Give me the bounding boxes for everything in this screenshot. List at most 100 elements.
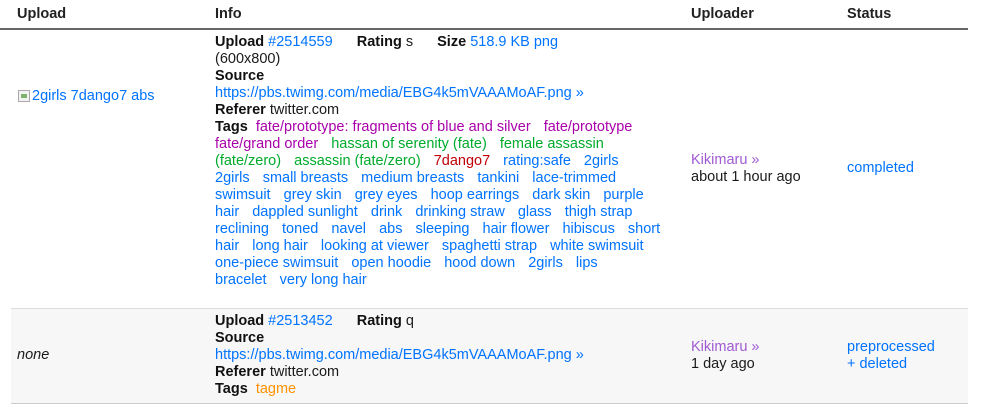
tag-link[interactable]: tagme (256, 381, 296, 397)
tag-link[interactable]: small breasts (263, 170, 348, 186)
tag-link[interactable]: sleeping (415, 221, 469, 237)
upload-label: Upload (215, 313, 265, 329)
tag-link[interactable]: spaghetti strap (442, 238, 537, 254)
tag-link[interactable]: one-piece swimsuit (215, 255, 338, 271)
column-header-info: Info (215, 6, 242, 22)
upload-info: Upload #2513452 Rating q Source https://… (215, 313, 665, 398)
tag-item: small breasts (263, 170, 348, 186)
tag-item: white swimsuit (550, 238, 643, 254)
tag-link[interactable]: fate/grand order (215, 136, 318, 152)
tag-item: abs (379, 221, 402, 237)
status-cell: completed (847, 160, 914, 177)
uploader-link[interactable]: Kikimaru » (691, 152, 760, 168)
uploader-link[interactable]: Kikimaru » (691, 339, 760, 355)
tag-item: spaghetti strap (442, 238, 537, 254)
upload-id-link[interactable]: #2514559 (268, 34, 333, 50)
tag-link[interactable]: looking at viewer (321, 238, 429, 254)
thumbnail-alt-text: 2girls 7dango7 abs (32, 88, 155, 104)
tag-link[interactable]: tankini (477, 170, 519, 186)
tag-link[interactable]: grey eyes (355, 187, 418, 203)
broken-image-icon (18, 90, 30, 102)
tag-item: navel (331, 221, 366, 237)
tag-link[interactable]: drinking straw (415, 204, 504, 220)
tag-link[interactable]: hoop earrings (431, 187, 520, 203)
tag-link[interactable]: hibiscus (562, 221, 614, 237)
tag-link[interactable]: fate/prototype (544, 119, 633, 135)
tag-link[interactable]: abs (379, 221, 402, 237)
tag-item: 7dango7 (434, 153, 490, 169)
tag-item: looking at viewer (321, 238, 429, 254)
table-header: Upload Info Uploader Status (0, 0, 968, 30)
dimensions: (600x800) (215, 51, 281, 67)
status-link-deleted[interactable]: + deleted (847, 356, 907, 372)
tag-item: hood down (444, 255, 515, 271)
column-header-uploader: Uploader (691, 6, 754, 22)
size-link[interactable]: 518.9 KB png (470, 34, 558, 50)
tag-link[interactable]: reclining (215, 221, 269, 237)
rating-label: Rating (356, 313, 402, 329)
tag-item: hoop earrings (431, 187, 520, 203)
tag-item: hibiscus (562, 221, 614, 237)
tag-link[interactable]: 2girls (584, 153, 619, 169)
source-link[interactable]: https://pbs.twimg.com/media/EBG4k5mVAAAM… (215, 347, 584, 363)
status-link[interactable]: completed (847, 160, 914, 176)
rating-value: q (405, 313, 414, 329)
tag-link[interactable]: dark skin (532, 187, 590, 203)
upload-time: 1 day ago (691, 356, 755, 372)
tag-link[interactable]: hassan of serenity (fate) (331, 136, 487, 152)
tag-link[interactable]: navel (331, 221, 366, 237)
tag-item: fate/prototype (544, 119, 633, 135)
source-label: Source (215, 330, 265, 346)
tag-link[interactable]: hair flower (483, 221, 550, 237)
upload-time: about 1 hour ago (691, 169, 801, 185)
tag-link[interactable]: glass (518, 204, 552, 220)
tag-link[interactable]: long hair (252, 238, 308, 254)
tag-item: grey skin (284, 187, 342, 203)
tag-link[interactable]: 2girls (215, 170, 250, 186)
source-label: Source (215, 68, 265, 84)
upload-info: Upload #2514559 Rating s Size 518.9 KB p… (215, 34, 665, 289)
tag-item: one-piece swimsuit (215, 255, 338, 271)
uploader-cell: Kikimaru » 1 day ago (691, 339, 760, 373)
tag-item: reclining (215, 221, 269, 237)
tag-link[interactable]: hood down (444, 255, 515, 271)
tag-link[interactable]: rating:safe (503, 153, 571, 169)
tag-item: open hoodie (351, 255, 431, 271)
tag-link[interactable]: lips (576, 255, 598, 271)
status-cell: preprocessed + deleted (847, 339, 935, 373)
tag-link[interactable]: grey skin (284, 187, 342, 203)
tag-link[interactable]: white swimsuit (550, 238, 643, 254)
tag-link[interactable]: assassin (fate/zero) (294, 153, 421, 169)
tag-item: dappled sunlight (252, 204, 358, 220)
upload-line: Upload #2513452 Rating q (215, 313, 665, 330)
source-link[interactable]: https://pbs.twimg.com/media/EBG4k5mVAAAM… (215, 85, 584, 101)
upload-label: Upload (215, 34, 265, 50)
tag-item: long hair (252, 238, 308, 254)
tag-item: 2girls (584, 153, 619, 169)
status-link[interactable]: preprocessed (847, 339, 935, 355)
tag-link[interactable]: dappled sunlight (252, 204, 358, 220)
referer-line: Referer twitter.com (215, 364, 665, 381)
tag-item: hair flower (483, 221, 550, 237)
tag-item: drink (371, 204, 402, 220)
tag-link[interactable]: thigh strap (565, 204, 633, 220)
referer-label: Referer (215, 364, 266, 380)
tag-link[interactable]: very long hair (280, 272, 367, 288)
tag-item: lips (576, 255, 598, 271)
tag-item: dark skin (532, 187, 590, 203)
thumbnail-link[interactable]: 2girls 7dango7 abs (18, 88, 155, 104)
upload-id-link[interactable]: #2513452 (268, 313, 333, 329)
tags-label: Tags (215, 381, 248, 397)
tag-link[interactable]: fate/prototype: fragments of blue and si… (256, 119, 531, 135)
tag-item: fate/grand order (215, 136, 318, 152)
tag-item: tagme (256, 381, 296, 397)
rating-label: Rating (356, 34, 402, 50)
referer-label: Referer (215, 102, 266, 118)
tag-link[interactable]: 7dango7 (434, 153, 490, 169)
tag-link[interactable]: open hoodie (351, 255, 431, 271)
tag-link[interactable]: bracelet (215, 272, 267, 288)
tag-link[interactable]: toned (282, 221, 318, 237)
tag-link[interactable]: drink (371, 204, 402, 220)
tag-link[interactable]: 2girls (528, 255, 563, 271)
tag-link[interactable]: medium breasts (361, 170, 464, 186)
